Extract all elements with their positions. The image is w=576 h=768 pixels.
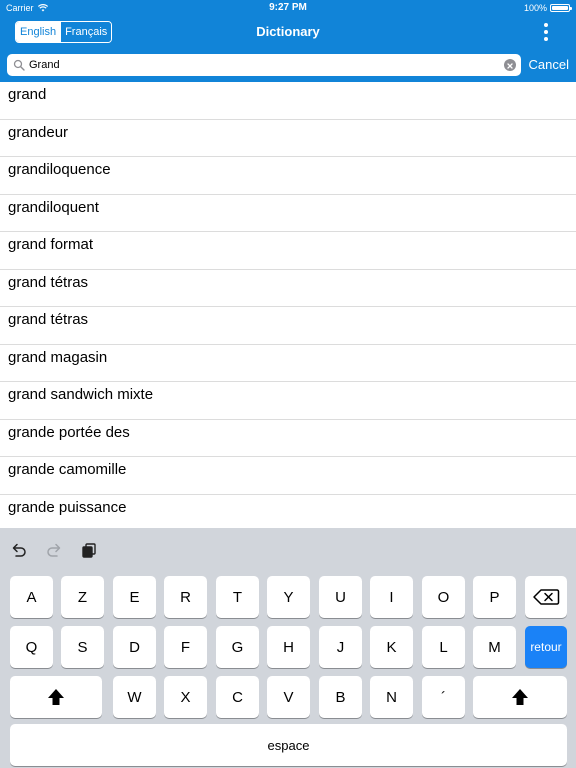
key-a[interactable]: A [10,576,53,618]
status-bar: Carrier 9:27 PM 100% [0,0,576,16]
battery-level [552,6,568,10]
result-item[interactable]: grandeur [0,120,576,157]
keyboard-toolbar [0,528,576,570]
battery-status: 100% [523,3,572,13]
result-item[interactable]: grand sandwich mixte [0,382,576,420]
result-item[interactable]: grand magasin [0,345,576,382]
key-q[interactable]: Q [10,626,53,668]
battery-percent: 100% [523,3,547,13]
result-item[interactable]: grande puissance [0,495,576,529]
language-switch: English Français [15,21,113,43]
undo-icon[interactable] [10,541,28,559]
result-item[interactable]: grand [0,82,576,120]
cancel-button[interactable]: Cancel [529,48,569,82]
shift-key-left[interactable] [10,676,102,718]
key-v[interactable]: V [267,676,310,718]
result-item[interactable]: grand format [0,232,576,270]
search-input[interactable] [29,54,499,76]
key-g[interactable]: G [216,626,259,668]
more-vertical-icon[interactable] [538,23,554,41]
language-option-francais[interactable]: Français [60,22,112,42]
shift-icon [48,689,64,705]
key-e[interactable]: E [113,576,156,618]
result-item[interactable]: grand tétras [0,307,576,345]
result-item[interactable]: grande camomille [0,457,576,495]
key-c[interactable]: C [216,676,259,718]
clipboard-icon[interactable] [80,541,98,559]
navigation-bar: English Français Dictionary [0,16,576,48]
key-b[interactable]: B [319,676,362,718]
key-n[interactable]: N [370,676,413,718]
key-r[interactable]: R [164,576,207,618]
battery-icon [550,4,572,12]
search-icon [13,59,25,71]
key-o[interactable]: O [422,576,465,618]
redo-icon[interactable] [45,541,63,559]
key-w[interactable]: W [113,676,156,718]
key-d[interactable]: D [113,626,156,668]
key-accent[interactable]: ´ [422,676,465,718]
key-j[interactable]: J [319,626,362,668]
key-m[interactable]: M [473,626,516,668]
backspace-key[interactable] [525,576,567,618]
shift-key-right[interactable] [473,676,567,718]
key-k[interactable]: K [370,626,413,668]
search-bar: Cancel [0,48,576,82]
result-item[interactable]: grandiloquent [0,195,576,232]
language-option-english[interactable]: English [16,22,61,42]
key-l[interactable]: L [422,626,465,668]
key-i[interactable]: I [370,576,413,618]
key-f[interactable]: F [164,626,207,668]
space-key[interactable]: espace [10,724,567,766]
status-time: 9:27 PM [269,2,307,13]
key-y[interactable]: Y [267,576,310,618]
key-u[interactable]: U [319,576,362,618]
return-key[interactable]: retour [525,626,567,668]
keyboard: A Z E R T Y U I O P Q S D F G H J K L M … [0,528,576,768]
clear-search-icon[interactable] [504,59,516,71]
backspace-icon [533,589,560,605]
result-item[interactable]: grande portée des [0,420,576,457]
key-s[interactable]: S [61,626,104,668]
key-x[interactable]: X [164,676,207,718]
key-t[interactable]: T [216,576,259,618]
result-item[interactable]: grandiloquence [0,157,576,195]
results-list: grand grandeur grandiloquence grandiloqu… [0,82,576,528]
search-field [7,54,521,76]
key-p[interactable]: P [473,576,516,618]
shift-icon [512,689,528,705]
key-h[interactable]: H [267,626,310,668]
key-z[interactable]: Z [61,576,104,618]
result-item[interactable]: grand tétras [0,270,576,307]
